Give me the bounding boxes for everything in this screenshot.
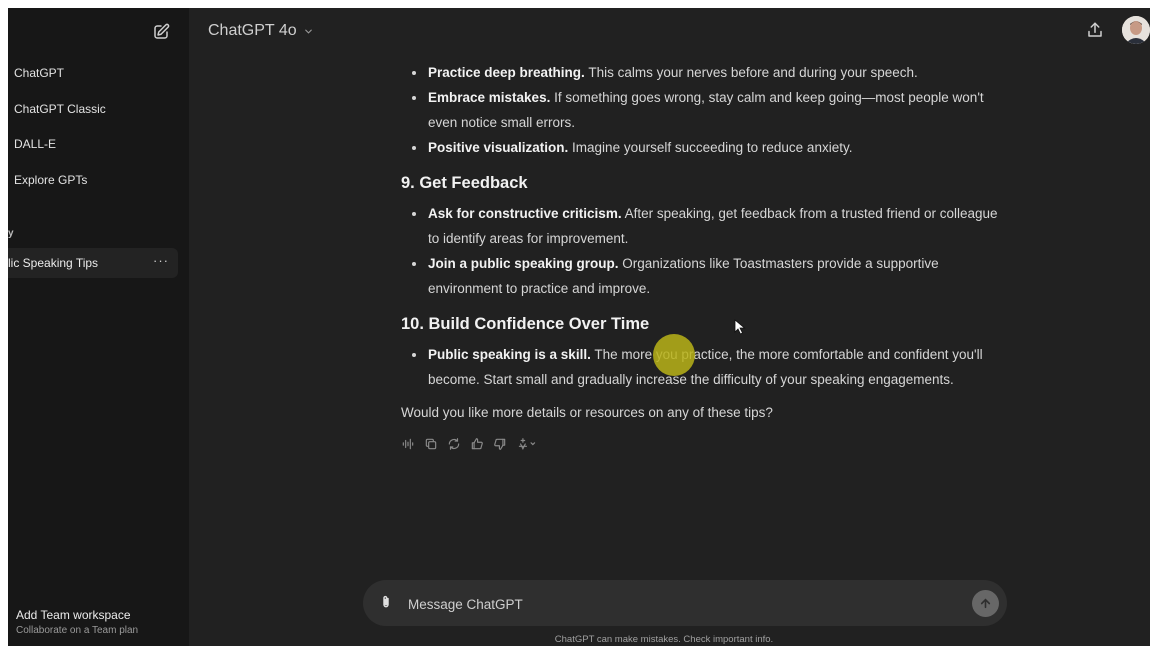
read-aloud-icon[interactable] (401, 437, 415, 451)
sidebar-section-label: y (8, 228, 14, 239)
sidebar-chat-item[interactable]: lic Speaking Tips ··· (8, 248, 178, 278)
list-item: Positive visualization. Imagine yourself… (401, 135, 1001, 160)
send-button[interactable] (972, 590, 999, 617)
add-team-workspace[interactable]: Add Team workspace Collaborate on a Team… (16, 608, 138, 636)
message-input[interactable] (406, 592, 950, 616)
list-item: Join a public speaking group. Organizati… (401, 251, 1001, 301)
disclaimer: ChatGPT can make mistakes. Check importa… (554, 634, 774, 645)
list-item: Practice deep breathing. This calms your… (401, 60, 1001, 85)
chat-title: lic Speaking Tips (8, 256, 99, 270)
message-composer (363, 580, 1007, 626)
arrow-up-icon (980, 598, 991, 609)
assistant-message: Practice deep breathing. This calms your… (401, 60, 1001, 451)
more-options-icon[interactable]: ··· (153, 253, 169, 268)
regenerate-icon[interactable] (447, 437, 461, 451)
sidebar-item-chatgpt-classic[interactable]: ChatGPT Classic (14, 102, 106, 116)
model-selector[interactable]: ChatGPT 4o (208, 22, 314, 40)
list-build-confidence: Public speaking is a skill. The more you… (401, 342, 1001, 392)
share-icon[interactable] (1086, 21, 1106, 41)
heading-get-feedback: 9. Get Feedback (401, 174, 528, 192)
new-chat-icon[interactable] (151, 22, 171, 42)
copy-icon[interactable] (424, 437, 438, 451)
list-item: Embrace mistakes. If something goes wron… (401, 85, 1001, 135)
sidebar-item-chatgpt[interactable]: ChatGPT (14, 66, 64, 80)
message-actions (401, 437, 1001, 451)
list-calm-nerves: Practice deep breathing. This calms your… (401, 60, 1001, 160)
thumbs-up-icon[interactable] (470, 437, 484, 451)
sidebar: ChatGPT ChatGPT Classic DALL-E Explore G… (8, 8, 189, 646)
team-title: Add Team workspace (16, 608, 131, 622)
closing-question: Would you like more details or resources… (401, 405, 773, 420)
sidebar-item-explore-gpts[interactable]: Explore GPTs (14, 173, 87, 187)
list-item: Public speaking is a skill. The more you… (401, 342, 1001, 392)
paperclip-icon[interactable] (378, 593, 394, 616)
heading-build-confidence: 10. Build Confidence Over Time (401, 315, 650, 333)
mouse-pointer-icon (734, 319, 746, 340)
model-name: ChatGPT 4o (208, 22, 297, 39)
sidebar-item-dall-e[interactable]: DALL-E (14, 137, 56, 151)
thumbs-down-icon[interactable] (493, 437, 507, 451)
avatar[interactable] (1122, 16, 1150, 44)
list-item: Ask for constructive criticism. After sp… (401, 201, 1001, 251)
app-window: ChatGPT ChatGPT Classic DALL-E Explore G… (8, 8, 1150, 646)
list-get-feedback: Ask for constructive criticism. After sp… (401, 201, 1001, 301)
chevron-down-icon (304, 29, 312, 34)
sparkle-model-icon[interactable] (516, 437, 538, 451)
